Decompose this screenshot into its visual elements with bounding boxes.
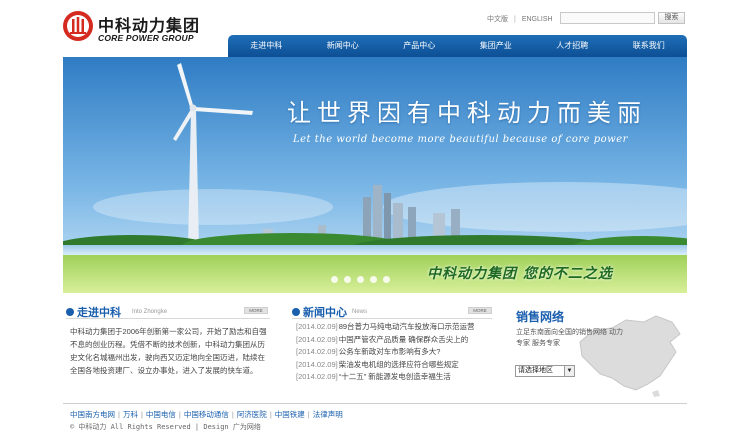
footer-link[interactable]: 中国南方电网: [70, 410, 115, 419]
footer-link-separator: |: [269, 410, 272, 419]
china-map-icon: [579, 315, 681, 397]
footer-link[interactable]: 中国移动通信: [184, 410, 229, 419]
footer-link[interactable]: 中国铁建: [275, 410, 305, 419]
search-button[interactable]: 搜索: [658, 12, 685, 24]
news-more-button[interactable]: MORE: [468, 307, 492, 314]
carousel-dot[interactable]: [370, 276, 377, 283]
footer-links: 中国南方电网 | 万科 | 中国电信 | 中国移动通信 | 阿济医院 | 中国铁建 | 法律声明: [70, 409, 343, 420]
section-bullet-icon: [66, 308, 74, 316]
footer-link-separator: |: [178, 410, 181, 419]
footer-link[interactable]: 法律声明: [313, 410, 343, 419]
footer-link-separator: |: [231, 410, 234, 419]
news-date: [2014.02.09]: [296, 334, 338, 344]
nav-careers[interactable]: 人才招聘: [534, 35, 611, 57]
nav-industries[interactable]: 集团产业: [458, 35, 535, 57]
sales-network-title[interactable]: 销售网络: [516, 308, 564, 325]
nav-contact[interactable]: 联系我们: [611, 35, 688, 57]
nav-products[interactable]: 产品中心: [381, 35, 458, 57]
lang-english-link[interactable]: ENGLISH: [522, 16, 553, 23]
news-headline[interactable]: 柴油发电机组的选择应符合哪些规定: [339, 360, 459, 369]
about-description: 中科动力集团于2006年创新第一家公司，开始了励志和自强不息的创业历程。凭借不断…: [70, 327, 267, 375]
carousel-dot[interactable]: [331, 276, 338, 283]
about-divider: [66, 318, 270, 319]
news-headline[interactable]: “十二五” 新能源发电创造幸福生活: [339, 372, 451, 381]
banner-slogan: 中科动力集团 您的不二之选: [427, 266, 613, 282]
news-headline[interactable]: 公务车新政对车市影响有多大?: [339, 347, 441, 356]
section-bullet-icon: [292, 308, 300, 316]
banner-subtitle: Let the world become more beautiful beca…: [293, 134, 628, 145]
about-section-subtitle: Into Zhongke: [132, 309, 168, 315]
carousel-dot[interactable]: [383, 276, 390, 283]
footer-link[interactable]: 中国电信: [146, 410, 176, 419]
news-date: [2014.02.09]: [296, 347, 338, 356]
nav-news[interactable]: 新闻中心: [305, 35, 382, 57]
logo-mark-icon: [63, 11, 93, 41]
banner-title: 让世界因有中科动力而美丽: [287, 99, 647, 127]
chevron-down-icon: ▼: [564, 366, 574, 376]
footer-divider: [63, 403, 687, 404]
carousel-dot[interactable]: [344, 276, 351, 283]
news-date: [2014.02.09]: [296, 322, 338, 331]
news-section-subtitle: News: [352, 309, 368, 315]
news-list: [2014.02.09]89台普力马纯电动汽车投放海口示范运营 [2014.02…: [296, 321, 496, 384]
logo-english-text: CORE POWER GROUP: [98, 33, 194, 43]
search-input[interactable]: [560, 12, 655, 24]
footer-link-separator: |: [307, 410, 310, 419]
carousel-dots: [331, 276, 390, 283]
about-more-button[interactable]: MORE: [244, 307, 268, 314]
footer-link-separator: |: [118, 410, 120, 419]
sales-network-text: 立足东南面向全国的销售网络 动力专家 服务专家: [516, 329, 623, 347]
news-headline[interactable]: 中国严管农产品质量 确保群众舌尖上的: [339, 335, 469, 344]
news-divider: [292, 318, 492, 319]
copyright-text: © 中科动力 All Rights Reserved | Design 广为网络: [70, 423, 261, 431]
news-item[interactable]: [2014.02.09]柴油发电机组的选择应符合哪些规定: [296, 359, 496, 372]
footer-link[interactable]: 万科: [123, 410, 138, 419]
news-item[interactable]: [2014.02.09]公务车新政对车市影响有多大?: [296, 346, 496, 359]
carousel-dot[interactable]: [357, 276, 364, 283]
nav-about[interactable]: 走进中科: [228, 35, 305, 57]
hero-banner[interactable]: 让世界因有中科动力而美丽 Let the world become more b…: [63, 57, 687, 293]
news-item[interactable]: [2014.02.09]“十二五” 新能源发电创造幸福生活: [296, 371, 496, 384]
news-headline[interactable]: 89台普力马纯电动汽车投放海口示范运营: [339, 322, 475, 331]
news-item[interactable]: [2014.02.09]89台普力马纯电动汽车投放海口示范运营: [296, 321, 496, 334]
footer-link[interactable]: 阿济医院: [237, 410, 267, 419]
region-select-value: 请选择地区: [518, 367, 553, 374]
lang-chinese-link[interactable]: 中文版: [487, 16, 508, 23]
language-switch: 中文版 | ENGLISH: [487, 14, 559, 24]
logo[interactable]: 中科动力集团 CORE POWER GROUP: [62, 10, 212, 46]
footer-link-separator: |: [140, 410, 143, 419]
news-date: [2014.02.09]: [296, 372, 338, 381]
news-item[interactable]: [2014.02.09]中国严管农产品质量 确保群众舌尖上的: [296, 334, 496, 347]
news-date: [2014.02.09]: [296, 359, 338, 369]
region-select[interactable]: 请选择地区 ▼: [515, 365, 575, 377]
lang-separator: |: [514, 16, 516, 23]
main-nav: 走进中科 新闻中心 产品中心 集团产业 人才招聘 联系我们: [228, 35, 687, 57]
